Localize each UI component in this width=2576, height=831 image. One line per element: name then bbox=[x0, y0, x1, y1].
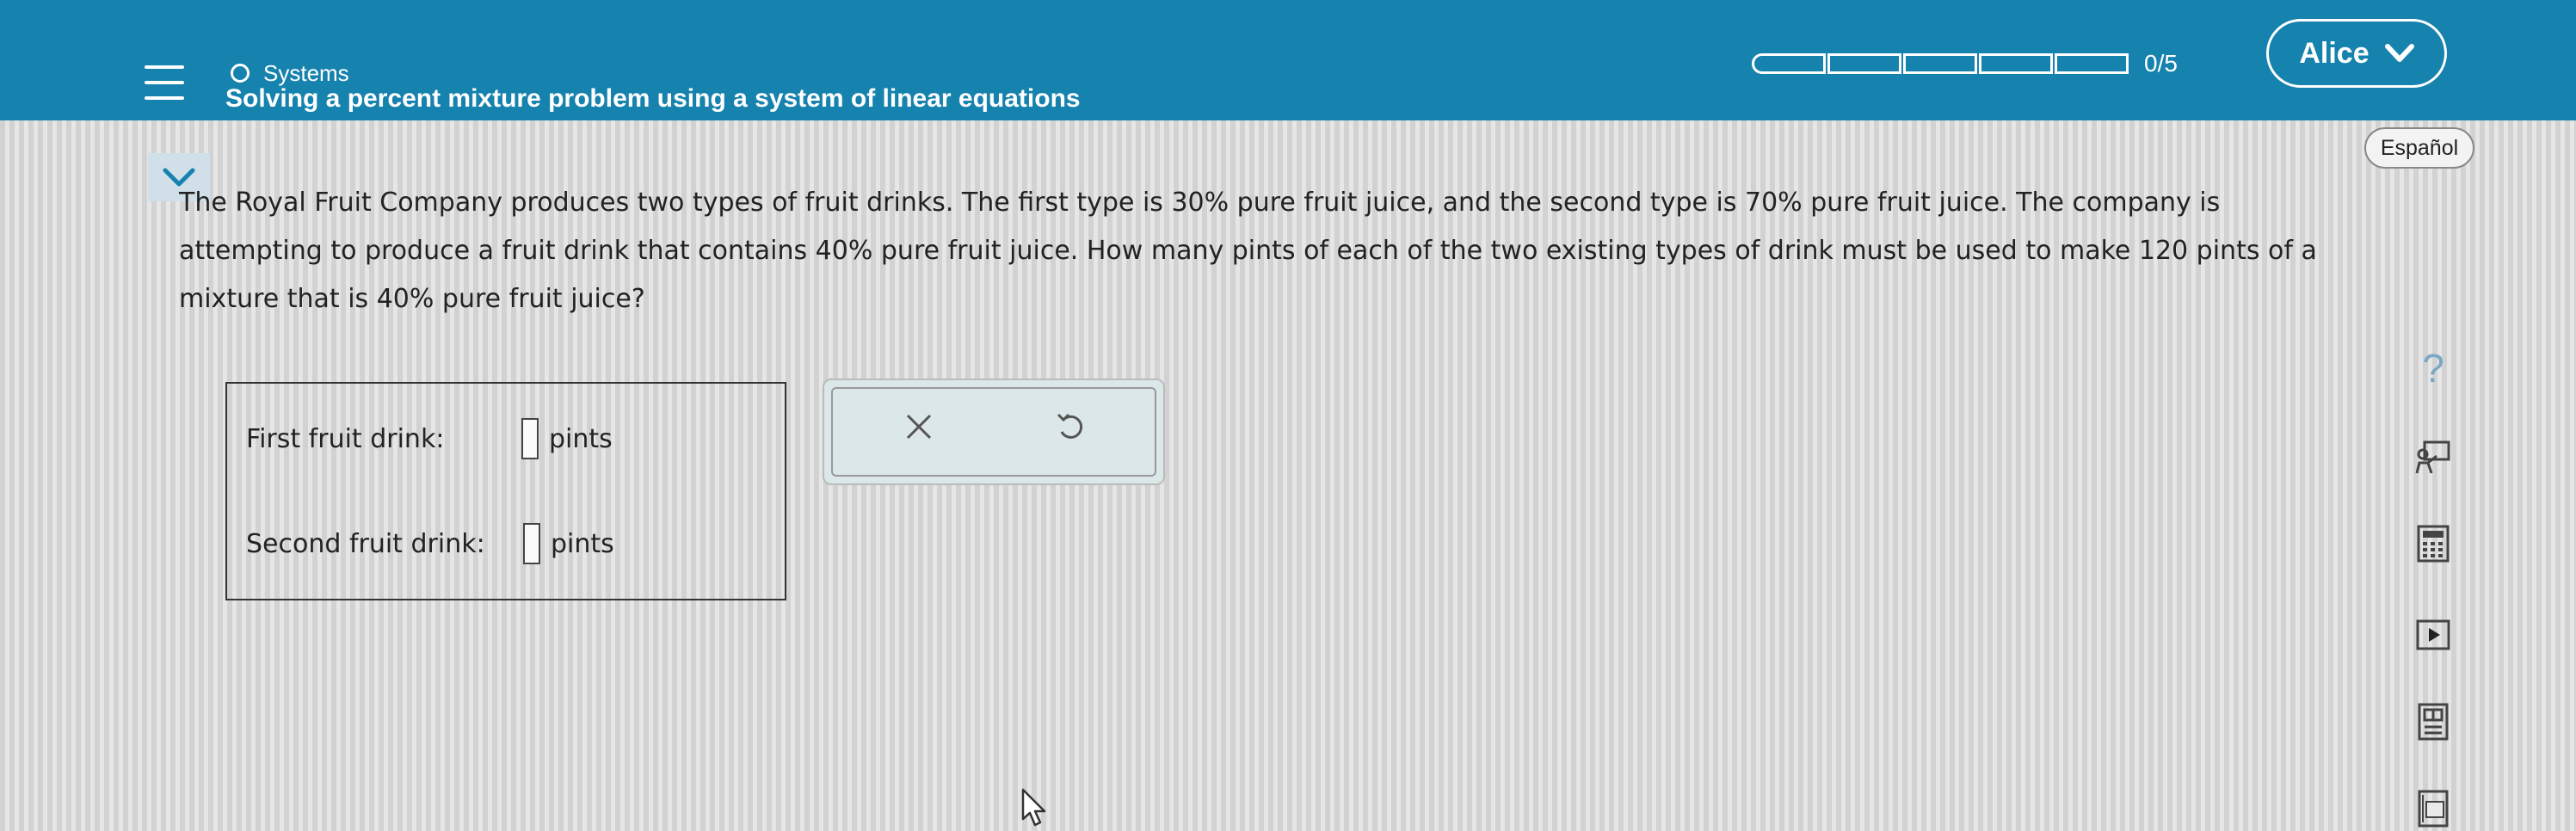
page-title: Solving a percent mixture problem using … bbox=[225, 84, 1081, 113]
second-drink-input[interactable] bbox=[523, 523, 540, 564]
progress-segment bbox=[1979, 53, 2053, 74]
textbook-icon[interactable] bbox=[2414, 703, 2452, 742]
progress-text: 0/5 bbox=[2144, 50, 2178, 77]
video-play-icon[interactable] bbox=[2414, 616, 2452, 654]
progress-indicator: 0/5 bbox=[1752, 50, 2178, 77]
menu-icon[interactable] bbox=[145, 65, 184, 100]
language-button[interactable]: Español bbox=[2364, 127, 2474, 169]
answer-actions bbox=[823, 379, 1165, 485]
first-drink-label: First fruit drink: bbox=[246, 423, 445, 454]
progress-segment bbox=[1752, 53, 1826, 74]
dictionary-icon[interactable] bbox=[2414, 790, 2452, 828]
breadcrumb: Systems bbox=[263, 60, 349, 86]
second-drink-label: Second fruit drink: bbox=[246, 528, 485, 559]
first-drink-unit: pints bbox=[549, 423, 613, 454]
teacher-board-icon[interactable] bbox=[2414, 439, 2452, 477]
clear-button[interactable] bbox=[893, 401, 945, 452]
close-icon bbox=[906, 414, 932, 440]
answer-panel: First fruit drink: pints Second fruit dr… bbox=[225, 382, 786, 600]
undo-icon bbox=[1057, 413, 1083, 439]
problem-statement: The Royal Fruit Company produces two typ… bbox=[179, 188, 2317, 314]
top-bar: Systems Solving a percent mixture proble… bbox=[0, 0, 2576, 120]
user-name: Alice bbox=[2299, 36, 2370, 70]
calculator-icon[interactable] bbox=[2414, 525, 2452, 563]
progress-segment bbox=[2055, 53, 2129, 74]
mouse-cursor-icon bbox=[1021, 788, 1046, 827]
second-drink-unit: pints bbox=[551, 528, 614, 559]
progress-segment bbox=[1903, 53, 1977, 74]
chevron-down-icon bbox=[2384, 44, 2414, 62]
topic-circle-icon bbox=[231, 64, 250, 83]
progress-segment bbox=[1827, 53, 1901, 74]
undo-button[interactable] bbox=[1045, 401, 1096, 452]
first-drink-input[interactable] bbox=[521, 418, 539, 459]
user-menu-button[interactable]: Alice bbox=[2266, 19, 2447, 88]
answer-row-first: First fruit drink: pints bbox=[246, 418, 613, 459]
question-icon[interactable]: ? bbox=[2414, 346, 2452, 391]
answer-row-second: Second fruit drink: pints bbox=[246, 523, 614, 564]
